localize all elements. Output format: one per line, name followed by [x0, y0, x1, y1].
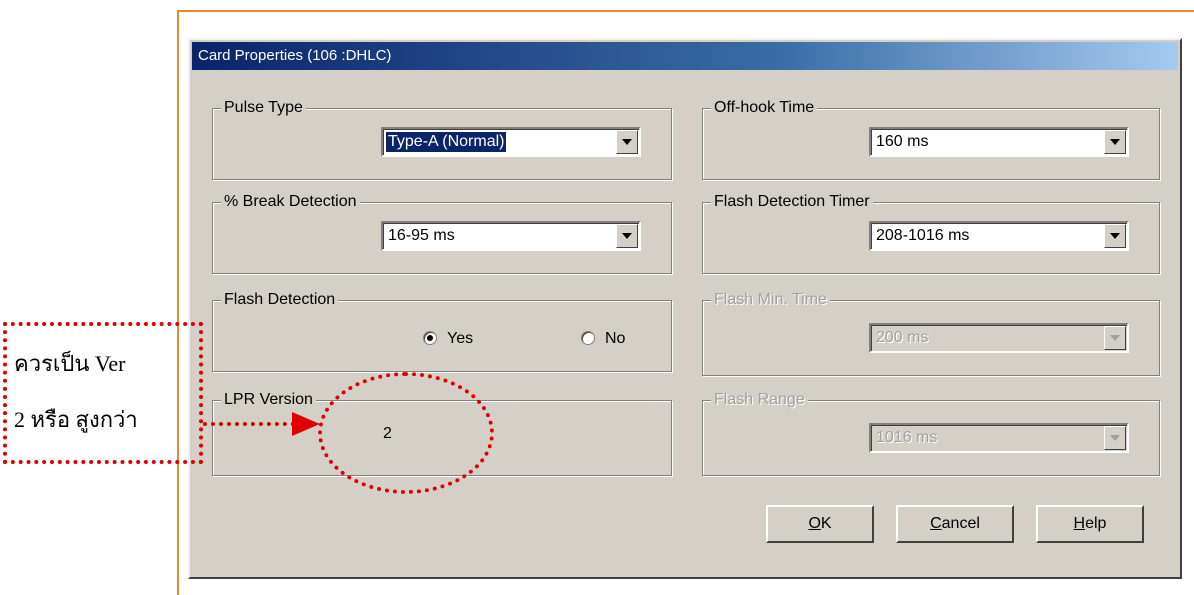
annotation-callout-box [3, 322, 203, 464]
chevron-down-icon [622, 233, 632, 239]
off-hook-time-select[interactable]: 160 ms [869, 127, 1129, 157]
arrow-right-icon [292, 412, 320, 436]
chevron-down-icon [622, 139, 632, 145]
chevron-down-icon [1110, 435, 1120, 441]
cancel-button[interactable]: Cancel [896, 505, 1014, 543]
lpr-version-label: LPR Version [221, 390, 316, 410]
flash-range-label: Flash Range [711, 390, 808, 410]
flash-range-select: 1016 ms [869, 423, 1129, 453]
flash-min-time-value: 200 ms [876, 329, 929, 346]
flash-detection-timer-label: Flash Detection Timer [711, 192, 873, 212]
pulse-type-label: Pulse Type [221, 98, 306, 118]
flash-detection-timer-group: Flash Detection Timer 208-1016 ms [702, 192, 1160, 274]
flash-range-group: Flash Range 1016 ms [702, 390, 1160, 476]
flash-detection-group: Flash Detection Yes No [212, 290, 672, 372]
cancel-button-label: Cancel [930, 515, 980, 532]
pulse-type-group: Pulse Type Type-A (Normal) [212, 98, 672, 180]
flash-detection-timer-value: 208-1016 ms [876, 227, 970, 244]
document-frame-top [177, 10, 1194, 12]
pulse-type-dropdown-button[interactable] [616, 130, 638, 154]
break-detection-select[interactable]: 16-95 ms [381, 221, 641, 251]
ok-button-label: OK [808, 515, 832, 532]
flash-detection-timer-select[interactable]: 208-1016 ms [869, 221, 1129, 251]
annotation-arrow-line [203, 422, 295, 426]
flash-min-time-select: 200 ms [869, 323, 1129, 353]
radio-checked-icon [423, 330, 437, 345]
ok-button[interactable]: OK [766, 505, 874, 543]
pulse-type-select[interactable]: Type-A (Normal) [381, 127, 641, 157]
pulse-type-value: Type-A (Normal) [384, 131, 508, 153]
card-properties-dialog: Card Properties (106 :DHLC) Pulse Type T… [188, 38, 1182, 579]
break-detection-dropdown-button[interactable] [616, 224, 638, 248]
annotation-highlight-circle [318, 372, 494, 494]
off-hook-time-label: Off-hook Time [711, 98, 818, 118]
dialog-title: Card Properties (106 :DHLC) [192, 42, 1178, 70]
flash-min-time-label: Flash Min. Time [711, 290, 830, 310]
chevron-down-icon [1110, 139, 1120, 145]
flash-range-dropdown-button [1104, 426, 1126, 450]
flash-detection-yes-radio[interactable]: Yes [423, 329, 473, 349]
flash-detection-label: Flash Detection [221, 290, 339, 310]
chevron-down-icon [1110, 335, 1120, 341]
flash-min-time-group: Flash Min. Time 200 ms [702, 290, 1160, 376]
break-detection-label: % Break Detection [221, 192, 360, 212]
document-frame-left [177, 10, 179, 595]
annotation-line-1: ควรเป็น Ver [14, 351, 126, 376]
help-button-label: Help [1073, 515, 1107, 532]
flash-detection-no-label: No [605, 330, 626, 347]
break-detection-value: 16-95 ms [388, 227, 455, 244]
break-detection-group: % Break Detection 16-95 ms [212, 192, 672, 274]
help-button[interactable]: Help [1036, 505, 1144, 543]
flash-detection-no-radio[interactable]: No [581, 329, 625, 349]
off-hook-time-group: Off-hook Time 160 ms [702, 98, 1160, 180]
flash-detection-yes-label: Yes [447, 330, 474, 347]
flash-min-time-dropdown-button [1104, 326, 1126, 350]
radio-unchecked-icon [581, 330, 595, 345]
flash-range-value: 1016 ms [876, 429, 938, 446]
off-hook-time-dropdown-button[interactable] [1104, 130, 1126, 154]
chevron-down-icon [1110, 233, 1120, 239]
annotation-line-2: 2 หรือ สูงกว่า [14, 407, 138, 432]
off-hook-time-value: 160 ms [876, 133, 929, 150]
flash-detection-timer-dropdown-button[interactable] [1104, 224, 1126, 248]
